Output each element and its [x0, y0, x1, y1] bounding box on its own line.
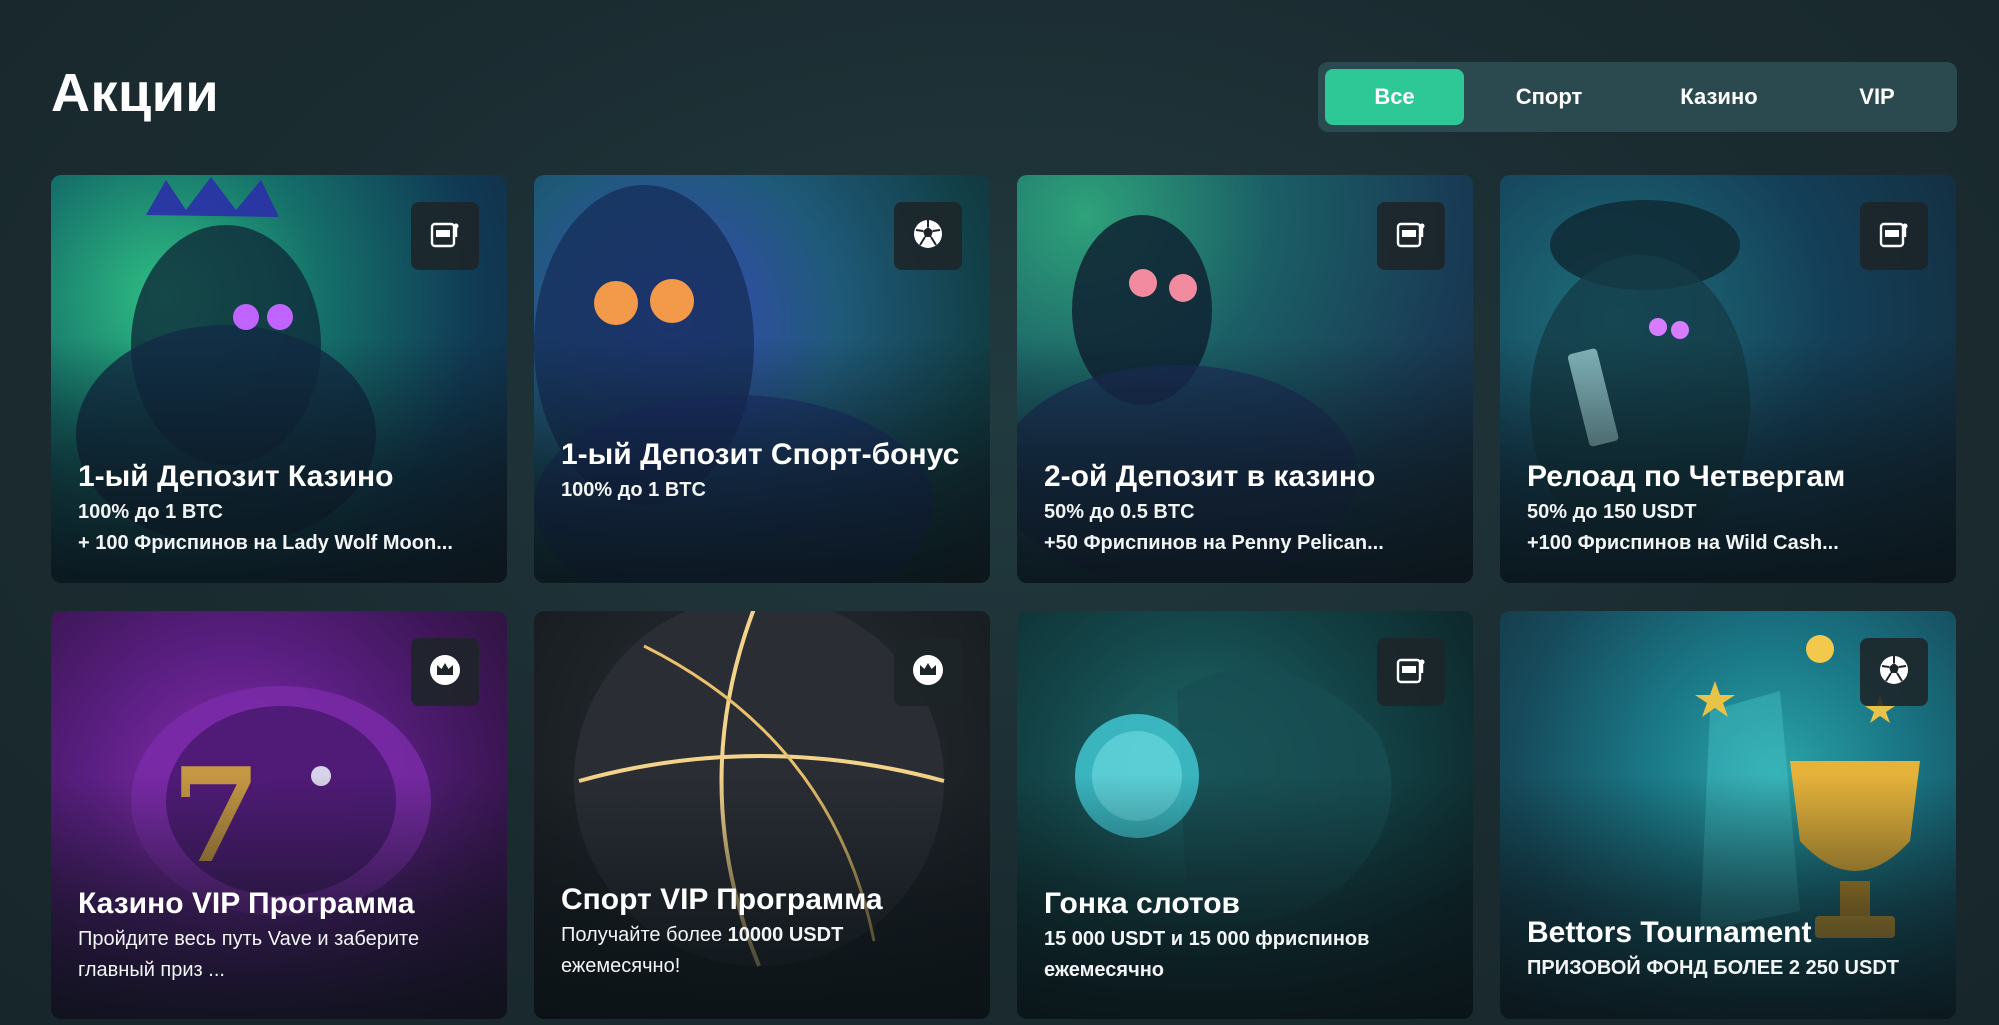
promo-title: 2-ой Депозит в казино [1044, 460, 1376, 493]
promo-title: Казино VIP Программа [78, 887, 415, 920]
tab-all[interactable]: Все [1325, 69, 1464, 125]
promo-card-casino-second-deposit[interactable]: 2-ой Депозит в казино 50% до 0.5 BTC +50… [1017, 175, 1473, 583]
slot-machine-icon [1877, 217, 1911, 256]
promo-offer: 100% до 1 BTC [78, 501, 223, 523]
filter-tabs: Все Спорт Казино VIP [1318, 62, 1957, 132]
tab-sport[interactable]: Спорт [1464, 69, 1634, 125]
promo-title: 1-ый Депозит Казино [78, 460, 394, 493]
slot-machine-icon [1394, 217, 1428, 256]
soccer-ball-icon [911, 217, 945, 256]
promo-detail: +50 Фриспинов на Penny Pelican... [1044, 532, 1384, 554]
page-title: Акции [51, 63, 220, 123]
promo-card-casino-vip[interactable]: 7 Казино VIP Программа Пройдите весь пут… [51, 611, 507, 1019]
category-badge [1377, 202, 1445, 270]
promo-detail: ежемесячно [1044, 959, 1164, 981]
promo-title: Bettors Tournament [1527, 916, 1812, 949]
promo-detail: ежемесячно! [561, 955, 681, 977]
tab-casino[interactable]: Казино [1634, 69, 1804, 125]
slot-machine-icon [428, 217, 462, 256]
promo-title: 1-ый Депозит Спорт-бонус [561, 438, 960, 471]
promo-offer: 15 000 USDT и 15 000 фриспинов [1044, 928, 1370, 950]
category-badge [894, 202, 962, 270]
promo-offer: Пройдите весь путь Vave и заберите [78, 928, 420, 950]
promo-card-bettors-tournament[interactable]: Bettors Tournament ПРИЗОВОЙ ФОНД БОЛЕЕ 2… [1500, 611, 1956, 1019]
category-badge [894, 638, 962, 706]
promo-card-sport-vip[interactable]: Спорт VIP Программа Получайте более 1000… [534, 611, 990, 1019]
promo-offer: Получайте более 10000 USDT [561, 924, 844, 946]
promo-card-casino-first-deposit[interactable]: 1-ый Депозит Казино 100% до 1 BTC + 100 … [51, 175, 507, 583]
category-badge [1860, 202, 1928, 270]
crown-icon [911, 653, 945, 692]
category-badge [1860, 638, 1928, 706]
promotions-page: Акции Все Спорт Казино VIP 1-ый Депозит … [0, 0, 1999, 1025]
promo-offer: 100% до 1 BTC [561, 479, 706, 501]
promo-offer: 50% до 0.5 BTC [1044, 501, 1195, 523]
promo-card-sport-first-deposit[interactable]: 1-ый Депозит Спорт-бонус 100% до 1 BTC [534, 175, 990, 583]
tab-vip[interactable]: VIP [1804, 69, 1950, 125]
promo-title: Гонка слотов [1044, 887, 1240, 920]
promo-card-thursday-reload[interactable]: Релоад по Четвергам 50% до 150 USDT +100… [1500, 175, 1956, 583]
promo-title: Релоад по Четвергам [1527, 460, 1846, 493]
promo-detail: + 100 Фриспинов на Lady Wolf Moon... [78, 532, 453, 554]
soccer-ball-icon [1877, 653, 1911, 692]
crown-icon [428, 653, 462, 692]
promo-offer: ПРИЗОВОЙ ФОНД БОЛЕЕ 2 250 USDT [1527, 957, 1899, 979]
category-badge [411, 202, 479, 270]
promo-title: Спорт VIP Программа [561, 883, 883, 916]
category-badge [411, 638, 479, 706]
promo-detail: главный приз ... [78, 959, 225, 981]
promo-offer: 50% до 150 USDT [1527, 501, 1697, 523]
promo-card-slot-race[interactable]: Гонка слотов 15 000 USDT и 15 000 фриспи… [1017, 611, 1473, 1019]
category-badge [1377, 638, 1445, 706]
slot-machine-icon [1394, 653, 1428, 692]
promo-detail: +100 Фриспинов на Wild Cash... [1527, 532, 1839, 554]
